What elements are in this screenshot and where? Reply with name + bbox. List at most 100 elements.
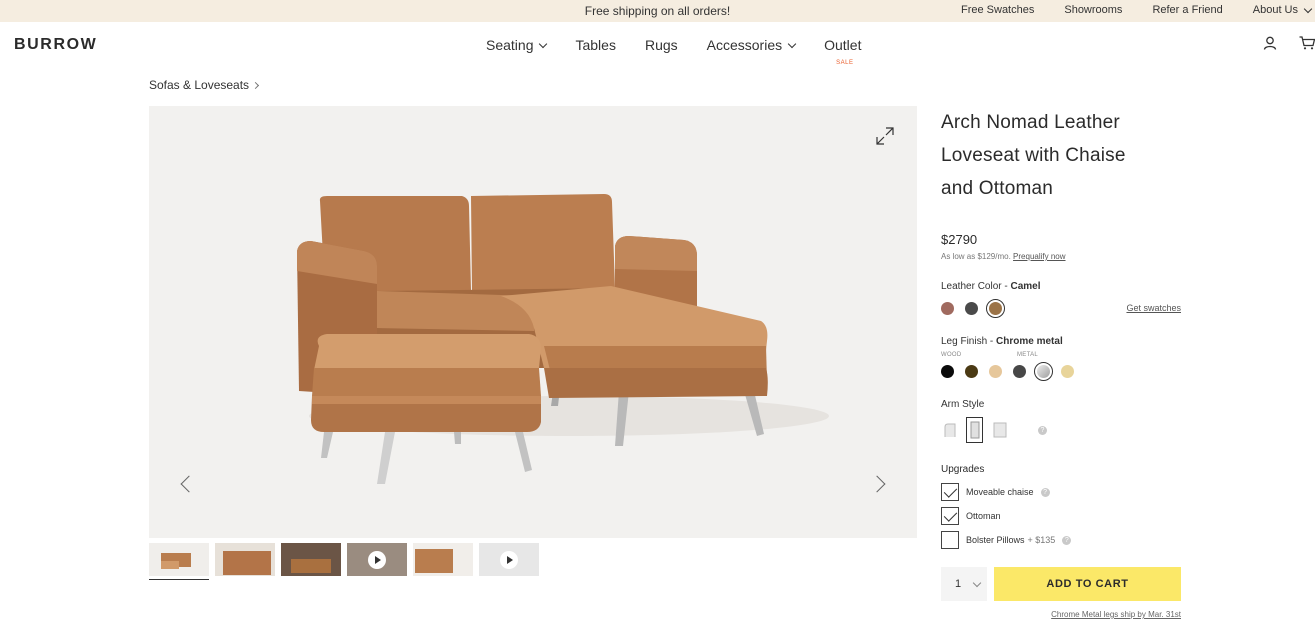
product-title-line: Loveseat with Chaise xyxy=(941,145,1126,166)
utility-links: Free Swatches Showrooms Refer a Friend A… xyxy=(961,4,1313,16)
free-swatches-link[interactable]: Free Swatches xyxy=(961,4,1034,16)
leather-swatch-camel[interactable] xyxy=(986,299,1005,318)
ottoman-label: Ottoman xyxy=(966,511,1001,521)
square-arm-icon xyxy=(993,422,1006,438)
about-us-link[interactable]: About Us xyxy=(1252,4,1313,16)
chevron-down-icon xyxy=(972,578,982,587)
leather-swatch-rose[interactable] xyxy=(941,302,954,315)
leg-swatch-brass-metal[interactable] xyxy=(1061,365,1074,378)
product-image-gallery[interactable] xyxy=(149,106,917,538)
moveable-chaise-help-icon[interactable]: ? xyxy=(1040,487,1050,497)
nav-rugs[interactable]: Rugs xyxy=(645,37,678,53)
sale-badge: SALE xyxy=(836,60,854,66)
get-swatches-link[interactable]: Get swatches xyxy=(1126,303,1181,313)
thumbnail-strip xyxy=(149,543,539,580)
chevron-right-icon xyxy=(252,81,260,89)
prequalify-link[interactable]: Prequalify now xyxy=(1013,252,1065,261)
breadcrumb: Sofas & Loveseats xyxy=(149,78,260,92)
arm-style-options: ? xyxy=(941,417,1047,443)
quantity-value: 1 xyxy=(955,578,962,590)
quantity-select[interactable]: 1 xyxy=(941,567,987,601)
bolster-pillows-help-icon[interactable]: ? xyxy=(1062,535,1072,545)
bolster-pillows-checkbox[interactable] xyxy=(941,531,959,549)
about-us-label: About Us xyxy=(1252,4,1298,16)
thumbnail-image xyxy=(413,543,473,576)
upgrades-heading: Upgrades xyxy=(941,464,985,475)
site-header: BURROW Seating Tables Rugs Accessories O… xyxy=(0,22,1315,70)
thumbnail-image xyxy=(149,543,209,576)
leather-color-label: Leather Color - Camel xyxy=(941,281,1041,292)
nav-tables-label: Tables xyxy=(575,37,616,53)
thumbnail-image xyxy=(479,543,539,576)
moveable-chaise-checkbox[interactable] xyxy=(941,483,959,501)
upgrade-bolster-pillows[interactable]: Bolster Pillows + $135 ? xyxy=(941,531,1072,549)
leg-swatch-black-wood[interactable] xyxy=(941,365,954,378)
nav-accessories[interactable]: Accessories xyxy=(706,37,797,53)
upgrade-moveable-chaise[interactable]: Moveable chaise ? xyxy=(941,483,1050,501)
thumbnail-video-1[interactable] xyxy=(347,543,407,580)
thumbnail-1[interactable] xyxy=(149,543,209,580)
thumbnail-5[interactable] xyxy=(413,543,473,580)
thumbnail-2[interactable] xyxy=(215,543,275,580)
product-image xyxy=(297,194,829,484)
chevron-down-icon xyxy=(539,39,548,48)
product-details-panel: Arch Nomad Leather Loveseat with Chaise … xyxy=(941,106,1181,619)
thumbnail-image xyxy=(281,543,341,576)
leather-color-selected: Camel xyxy=(1010,281,1041,292)
nav-tables[interactable]: Tables xyxy=(575,37,615,53)
chevron-down-icon xyxy=(787,39,797,48)
brand-logo[interactable]: BURROW xyxy=(14,36,97,54)
product-title-line: and Ottoman xyxy=(941,178,1054,199)
round-arm-icon xyxy=(944,423,955,437)
account-icon[interactable] xyxy=(1263,36,1277,50)
financing-text: As low as $129/mo. xyxy=(941,252,1011,261)
leg-finish-label: Leg Finish - Chrome metal xyxy=(941,336,1063,347)
product-title: Arch Nomad Leather Loveseat with Chaise … xyxy=(941,106,1181,205)
leg-swatch-black-metal[interactable] xyxy=(1013,365,1026,378)
leg-finish-heading: Leg Finish - xyxy=(941,336,997,347)
leg-swatch-walnut-wood[interactable] xyxy=(965,365,978,378)
bolster-pillows-label: Bolster Pillows xyxy=(966,535,1025,545)
add-to-cart-button[interactable]: ADD TO CART xyxy=(994,567,1181,601)
leg-swatches xyxy=(941,362,1074,381)
leg-swatch-natural-wood[interactable] xyxy=(989,365,1002,378)
thumbnail-video-2[interactable] xyxy=(479,543,539,580)
nav-seating-label: Seating xyxy=(486,37,534,53)
arm-style-label: Arm Style xyxy=(941,399,985,410)
breadcrumb-sofas-loveseats[interactable]: Sofas & Loveseats xyxy=(149,78,249,92)
leather-swatches xyxy=(941,299,1005,318)
leg-finish-selected: Chrome metal xyxy=(996,336,1063,347)
arm-style-round[interactable] xyxy=(941,418,958,442)
refer-a-friend-link[interactable]: Refer a Friend xyxy=(1152,4,1222,16)
metal-group-label: METAL xyxy=(1017,352,1039,358)
arm-style-help-icon[interactable]: ? xyxy=(1038,425,1047,435)
expand-icon[interactable] xyxy=(875,126,895,146)
nav-outlet[interactable]: Outlet SALE xyxy=(824,37,862,66)
moveable-chaise-label: Moveable chaise xyxy=(966,487,1034,497)
ottoman-checkbox[interactable] xyxy=(941,507,959,525)
arm-style-square[interactable] xyxy=(991,418,1008,442)
upgrade-ottoman[interactable]: Ottoman xyxy=(941,507,1001,525)
promo-bar: Free shipping on all orders! Free Swatch… xyxy=(0,0,1315,22)
cart-icon[interactable] xyxy=(1299,36,1315,50)
nav-rugs-label: Rugs xyxy=(644,37,678,53)
play-icon xyxy=(500,551,518,569)
product-title-line: Arch Nomad Leather xyxy=(941,112,1120,133)
leather-color-heading: Leather Color - xyxy=(941,281,1011,292)
nav-accessories-label: Accessories xyxy=(706,37,783,53)
showrooms-link[interactable]: Showrooms xyxy=(1064,4,1122,16)
play-icon xyxy=(368,551,386,569)
product-price: $2790 xyxy=(941,232,978,247)
leather-swatch-charcoal[interactable] xyxy=(965,302,978,315)
header-icons xyxy=(1263,36,1315,50)
thumbnail-image xyxy=(215,543,275,576)
leg-swatch-chrome-metal[interactable] xyxy=(1034,362,1053,381)
thumbnail-image xyxy=(347,543,407,576)
nav-seating[interactable]: Seating xyxy=(486,37,548,53)
arm-style-track[interactable] xyxy=(966,417,983,443)
thumbnail-3[interactable] xyxy=(281,543,341,580)
shipping-note[interactable]: Chrome Metal legs ship by Mar. 31st xyxy=(1051,610,1181,619)
chevron-down-icon xyxy=(1303,4,1313,13)
nav-outlet-label: Outlet xyxy=(824,37,862,53)
bolster-pillows-price: + $135 xyxy=(1027,535,1056,545)
